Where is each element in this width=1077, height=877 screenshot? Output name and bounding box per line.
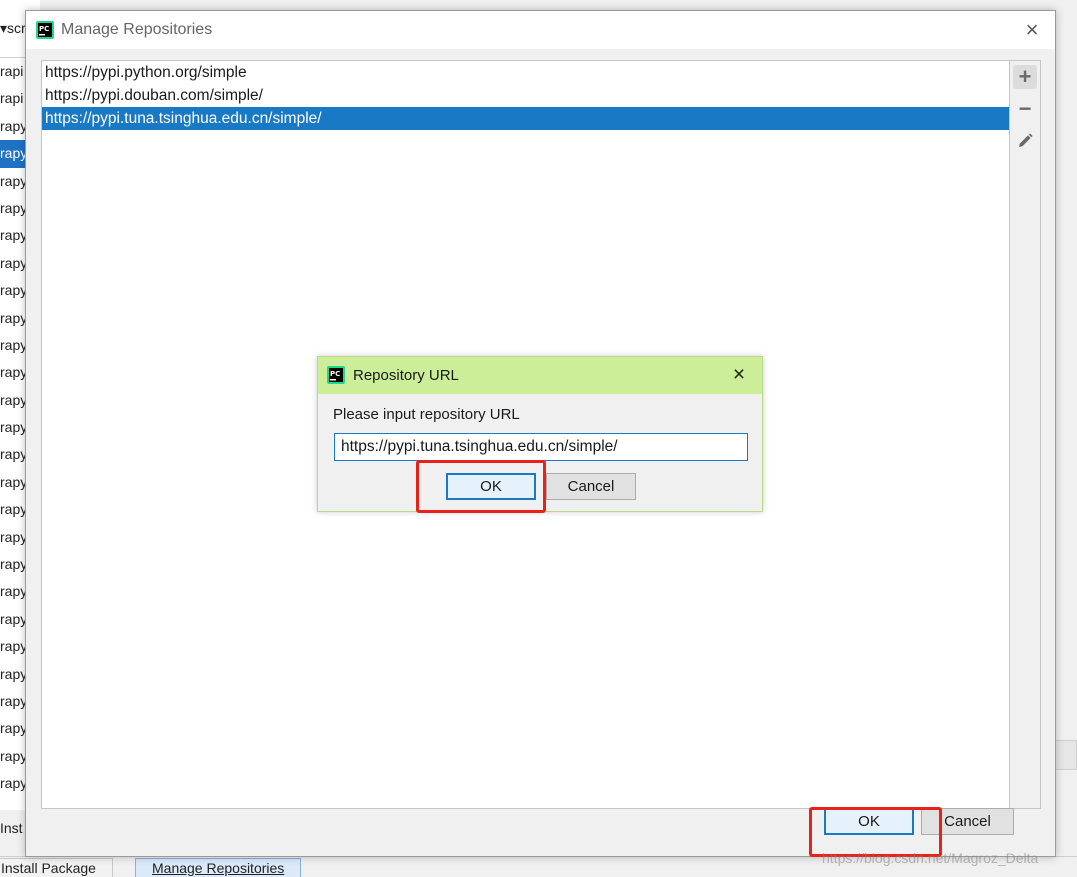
background-install-label: Inst <box>0 820 23 836</box>
svg-text:PC: PC <box>330 370 340 378</box>
cancel-button[interactable]: Cancel <box>921 808 1014 835</box>
edit-repository-button[interactable] <box>1013 129 1037 153</box>
repository-url-dialog: PC Repository URL × Please input reposit… <box>317 356 763 512</box>
repository-url-cancel-button[interactable]: Cancel <box>546 473 636 500</box>
background-package-row[interactable]: rapy <box>0 195 27 222</box>
background-package-row[interactable]: rapy <box>0 743 27 770</box>
repository-list-item-selected[interactable]: https://pypi.tuna.tsinghua.edu.cn/simple… <box>42 107 1009 130</box>
background-package-row[interactable]: rapy <box>0 168 27 195</box>
repository-url-input[interactable] <box>334 433 748 461</box>
repository-list-item[interactable]: https://pypi.douban.com/simple/ <box>42 84 1009 107</box>
background-package-row[interactable]: rapy <box>0 661 27 688</box>
background-breadcrumb: ▾scr <box>0 20 26 36</box>
ok-button[interactable]: OK <box>824 808 914 835</box>
background-package-row[interactable]: rapi <box>0 58 27 85</box>
close-icon[interactable]: × <box>726 362 752 388</box>
background-package-row[interactable]: rapy <box>0 715 27 742</box>
background-package-row[interactable]: rapy <box>0 250 27 277</box>
repository-url-prompt: Please input repository URL <box>333 406 520 423</box>
background-package-row[interactable]: rapy <box>0 606 27 633</box>
close-icon[interactable]: × <box>1019 17 1045 43</box>
background-package-row[interactable]: rapy <box>0 578 27 605</box>
svg-text:PC: PC <box>39 25 49 33</box>
background-package-row[interactable]: rapy <box>0 551 27 578</box>
background-package-row[interactable]: rapy <box>0 222 27 249</box>
pencil-icon <box>1019 133 1033 147</box>
background-package-row[interactable]: rapy <box>0 688 27 715</box>
manage-repositories-tab[interactable]: Manage Repositories <box>135 858 302 877</box>
repository-toolbar: + − <box>1010 60 1041 809</box>
install-package-tab[interactable]: Install Package <box>0 858 113 877</box>
background-package-row[interactable]: rapy <box>0 140 27 168</box>
background-package-row[interactable]: rapy <box>0 277 27 304</box>
background-package-row[interactable]: rapy <box>0 496 27 523</box>
background-package-row[interactable]: rapi <box>0 85 27 112</box>
background-package-row[interactable]: rapy <box>0 113 27 140</box>
background-package-row[interactable]: rapy <box>0 770 27 797</box>
add-repository-button[interactable]: + <box>1013 65 1037 89</box>
background-package-row[interactable]: rapy <box>0 414 27 441</box>
background-package-row[interactable]: rapy <box>0 359 27 386</box>
dialog-titlebar: PC Manage Repositories × <box>26 11 1055 49</box>
background-package-row[interactable]: rapy <box>0 469 27 496</box>
background-package-row[interactable]: rapy <box>0 387 27 414</box>
remove-repository-button[interactable]: − <box>1013 97 1037 121</box>
repository-url-ok-button[interactable]: OK <box>446 473 536 500</box>
repository-url-titlebar: PC Repository URL × <box>318 357 762 394</box>
pycharm-app-icon: PC <box>36 21 54 39</box>
repository-list-item[interactable]: https://pypi.python.org/simple <box>42 61 1009 84</box>
background-package-row[interactable]: rapy <box>0 305 27 332</box>
pycharm-app-icon: PC <box>327 366 345 384</box>
background-package-row[interactable]: rapy <box>0 332 27 359</box>
background-package-row[interactable]: rapy <box>0 633 27 660</box>
dialog-title: Manage Repositories <box>61 21 213 38</box>
background-package-row[interactable]: rapy <box>0 441 27 468</box>
background-package-row[interactable]: rapy <box>0 524 27 551</box>
background-scroll-edge <box>1055 740 1077 770</box>
watermark: https://blog.csdn.net/Magroz_Delta <box>822 850 1039 866</box>
background-package-list: rapi rapi rapy rapy rapy rapy rapy rapy rapy rapy… <box>0 58 27 810</box>
repository-url-title: Repository URL <box>353 367 459 384</box>
